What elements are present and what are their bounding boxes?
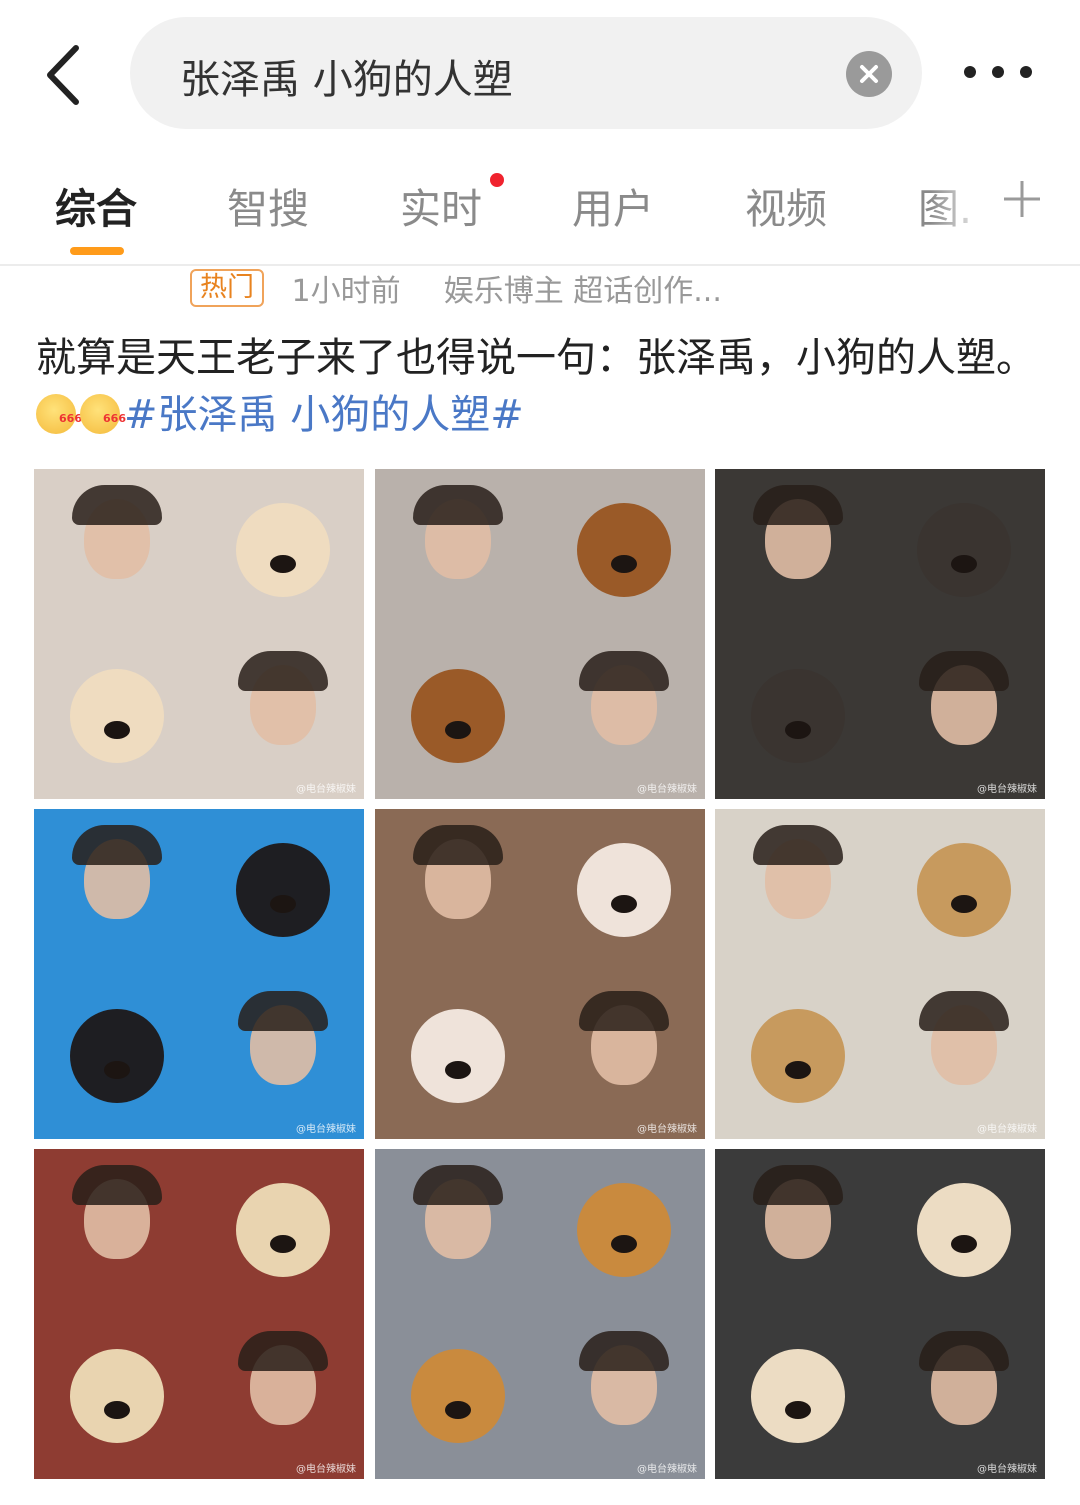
person-photo xyxy=(200,975,364,1139)
watermark: @电台辣椒妹 xyxy=(637,1124,697,1135)
watermark: @电台辣椒妹 xyxy=(977,1464,1037,1475)
person-photo xyxy=(375,1149,539,1313)
dog-photo xyxy=(541,469,705,633)
dog-photo xyxy=(881,1149,1045,1313)
dog-photo xyxy=(881,469,1045,633)
666-emoji-icon xyxy=(80,390,126,447)
post-time: 1小时前 xyxy=(291,274,401,309)
dog-photo xyxy=(375,1315,539,1479)
person-photo xyxy=(541,975,705,1139)
person-photo xyxy=(881,1315,1045,1479)
watermark: @电台辣椒妹 xyxy=(637,1464,697,1475)
dog-photo xyxy=(34,635,198,799)
dog-photo xyxy=(200,469,364,633)
image-grid: @电台辣椒妹 @电台辣椒妹 @电台辣椒妹 @电台辣椒妹 @电台辣椒妹 @电台辣椒妹 @电台辣… xyxy=(34,469,1046,1479)
dog-photo xyxy=(200,1149,364,1313)
add-tab-icon[interactable] xyxy=(1000,177,1044,221)
person-photo xyxy=(200,1315,364,1479)
person-photo xyxy=(541,635,705,799)
hashtag-link[interactable]: #张泽禹 小狗的人塑# xyxy=(124,392,524,438)
post-body: 就算是天王老子来了也得说一句：张泽禹，小狗的人塑。 xyxy=(36,335,1036,381)
dog-photo xyxy=(34,975,198,1139)
dog-photo xyxy=(715,1315,879,1479)
hot-badge: 热门 xyxy=(190,269,264,307)
person-photo xyxy=(715,1149,879,1313)
person-photo xyxy=(200,635,364,799)
post-text: 就算是天王老子来了也得说一句：张泽禹，小狗的人塑。 #张泽禹 小狗的人塑# xyxy=(36,330,1046,447)
dog-photo xyxy=(375,975,539,1139)
dog-photo xyxy=(715,975,879,1139)
more-options-icon[interactable] xyxy=(958,54,1038,90)
person-photo xyxy=(715,809,879,973)
person-photo xyxy=(34,469,198,633)
search-bar[interactable]: 张泽禹 小狗的人塑 xyxy=(130,17,922,129)
watermark: @电台辣椒妹 xyxy=(296,784,356,795)
search-input[interactable]: 张泽禹 小狗的人塑 xyxy=(180,47,513,105)
dog-photo xyxy=(541,1149,705,1313)
tab-video[interactable]: 视频 xyxy=(745,175,827,235)
grid-image[interactable]: @电台辣椒妹 xyxy=(715,1149,1045,1479)
tab-comprehensive[interactable]: 综合 xyxy=(55,175,137,235)
realtime-new-dot xyxy=(490,173,504,187)
clear-search-icon[interactable] xyxy=(846,51,892,97)
post-meta: 热门 1小时前 娱乐博主 超话创作... xyxy=(190,266,722,309)
person-photo xyxy=(34,1149,198,1313)
person-photo xyxy=(375,809,539,973)
grid-image[interactable]: @电台辣椒妹 xyxy=(375,469,705,799)
grid-image[interactable]: @电台辣椒妹 xyxy=(715,809,1045,1139)
dog-photo xyxy=(541,809,705,973)
person-photo xyxy=(34,809,198,973)
person-photo xyxy=(375,469,539,633)
watermark: @电台辣椒妹 xyxy=(977,1124,1037,1135)
dog-photo xyxy=(715,635,879,799)
person-photo xyxy=(881,975,1045,1139)
grid-image[interactable]: @电台辣椒妹 xyxy=(34,469,364,799)
watermark: @电台辣椒妹 xyxy=(977,784,1037,795)
dog-photo xyxy=(34,1315,198,1479)
grid-image[interactable]: @电台辣椒妹 xyxy=(715,469,1045,799)
search-tabs: 综合 智搜 实时 用户 视频 图. xyxy=(0,165,1080,265)
grid-image[interactable]: @电台辣椒妹 xyxy=(375,1149,705,1479)
back-arrow-icon[interactable] xyxy=(40,40,90,110)
watermark: @电台辣椒妹 xyxy=(296,1124,356,1135)
top-bar: 张泽禹 小狗的人塑 xyxy=(0,0,1080,150)
tab-realtime[interactable]: 实时 xyxy=(400,175,482,235)
tab-smart-search[interactable]: 智搜 xyxy=(227,175,309,235)
dog-photo xyxy=(200,809,364,973)
dog-photo xyxy=(375,635,539,799)
grid-image[interactable]: @电台辣椒妹 xyxy=(34,1149,364,1479)
grid-image[interactable]: @电台辣椒妹 xyxy=(375,809,705,1139)
post-source: 娱乐博主 超话创作... xyxy=(443,274,722,309)
watermark: @电台辣椒妹 xyxy=(296,1464,356,1475)
person-photo xyxy=(541,1315,705,1479)
dog-photo xyxy=(881,809,1045,973)
person-photo xyxy=(881,635,1045,799)
watermark: @电台辣椒妹 xyxy=(637,784,697,795)
666-emoji-icon xyxy=(36,390,82,447)
person-photo xyxy=(715,469,879,633)
grid-image[interactable]: @电台辣椒妹 xyxy=(34,809,364,1139)
active-tab-indicator xyxy=(70,247,124,255)
tab-users[interactable]: 用户 xyxy=(572,175,654,235)
